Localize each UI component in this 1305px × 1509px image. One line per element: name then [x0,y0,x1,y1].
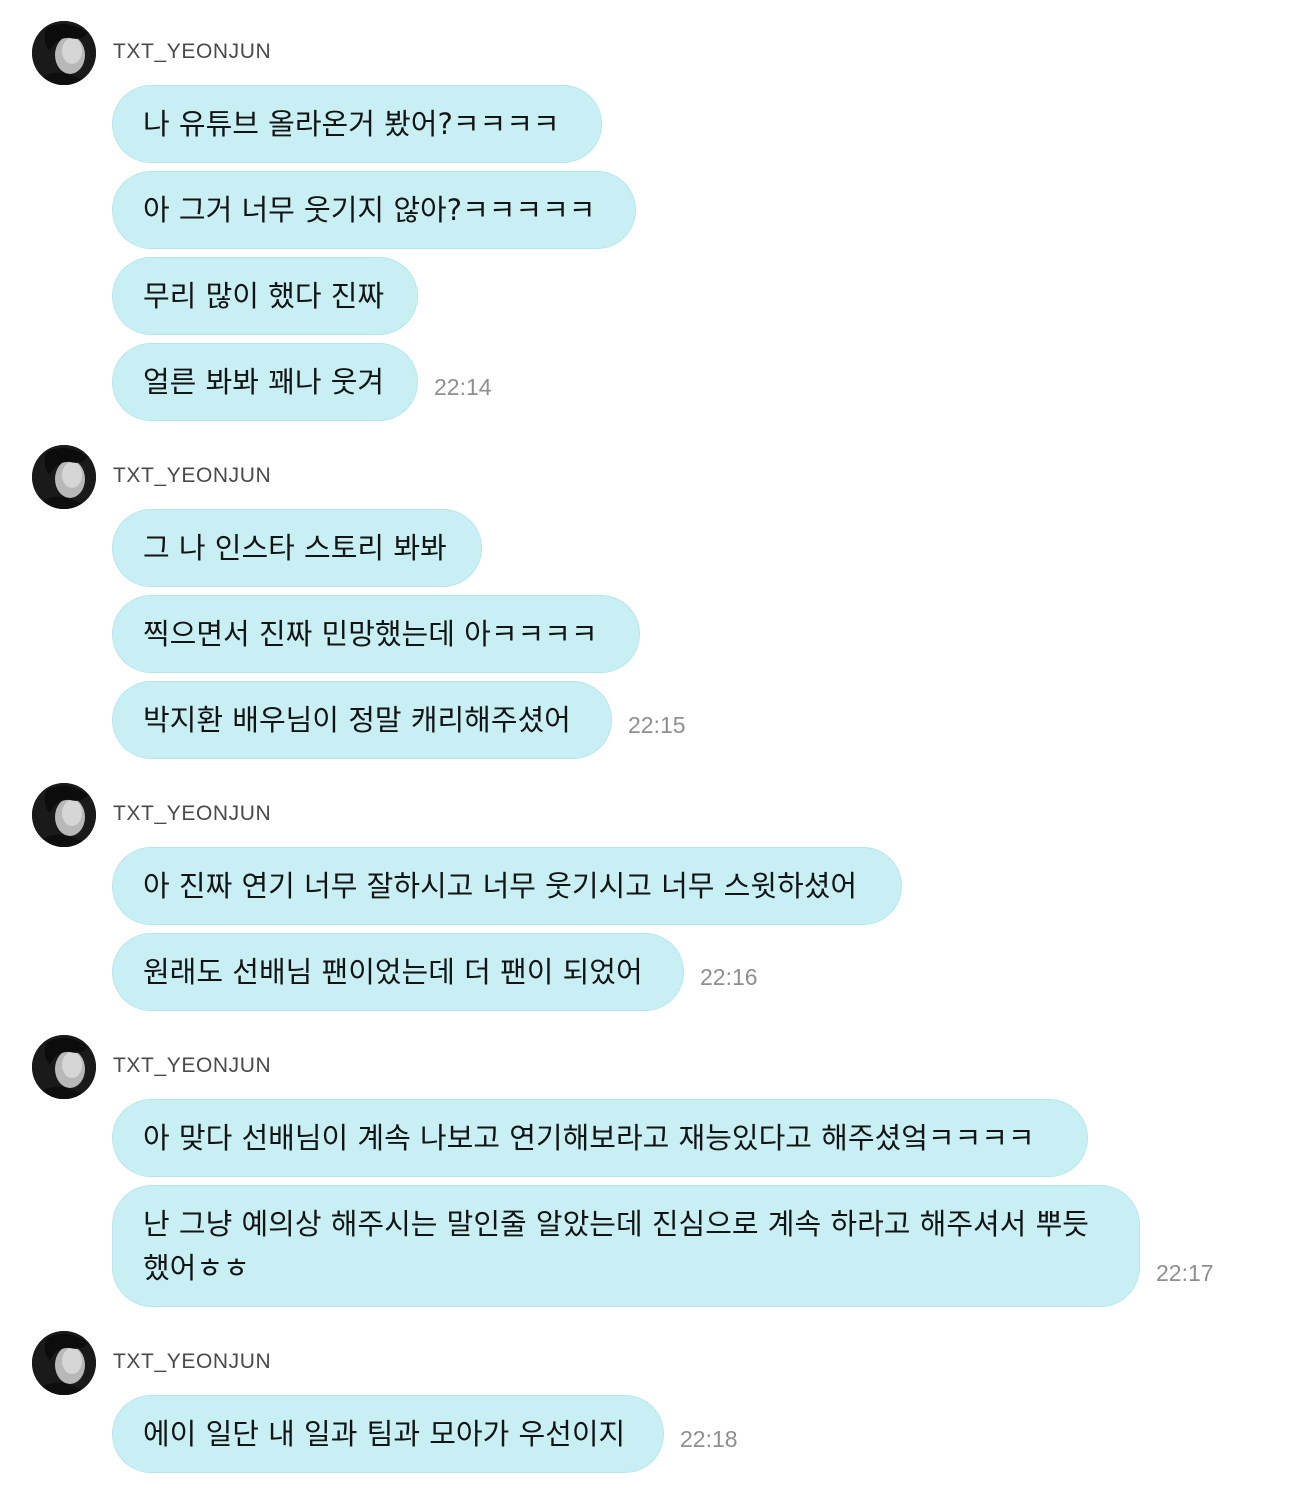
message-text: 원래도 선배님 팬이었는데 더 팬이 되었어 [143,955,643,989]
message-bubble[interactable]: 박지환 배우님이 정말 캐리해주셨어 [112,681,612,759]
message-text: 아 맞다 선배님이 계속 나보고 연기해보라고 재능있다고 해주셨엌ㅋㅋㅋㅋ [143,1121,1035,1155]
sender-name: TXT_YEONJUN [113,464,272,487]
sender-name: TXT_YEONJUN [113,40,272,63]
message-bubble[interactable]: 에이 일단 내 일과 팀과 모아가 우선이지 [112,1395,664,1473]
message-text: 난 그냥 예의상 해주시는 말인줄 알았는데 진심으로 계속 하라고 해주셔서 … [143,1207,1089,1285]
message-text: 무리 많이 했다 진짜 [143,279,385,313]
message-bubble[interactable]: 아 그거 너무 웃기지 않아?ㅋㅋㅋㅋㅋ [112,171,636,249]
message-bubble[interactable]: 찍으면서 진짜 민망했는데 아ㅋㅋㅋㅋ [112,595,640,673]
timestamp: 22:16 [700,964,758,990]
message-text: 아 그거 너무 웃기지 않아?ㅋㅋㅋㅋㅋ [143,193,596,227]
sender-name: TXT_YEONJUN [113,802,272,825]
message-text: 에이 일단 내 일과 팀과 모아가 우선이지 [143,1417,626,1451]
message-text: 나 유튜브 올라온거 봤어?ㅋㅋㅋㅋ [143,107,560,141]
message-bubble[interactable]: 얼른 봐봐 꽤나 웃겨 [112,343,418,421]
avatar[interactable] [32,445,96,509]
avatar[interactable] [32,1331,96,1395]
message-bubble[interactable]: 나 유튜브 올라온거 봤어?ㅋㅋㅋㅋ [112,85,602,163]
message-text: 박지환 배우님이 정말 캐리해주셨어 [143,703,571,737]
sender-name: TXT_YEONJUN [113,1350,272,1373]
avatar[interactable] [32,783,96,847]
message-bubble[interactable]: 난 그냥 예의상 해주시는 말인줄 알았는데 진심으로 계속 하라고 해주셔서 … [112,1185,1140,1307]
message-text: 그 나 인스타 스토리 봐봐 [143,531,447,565]
timestamp: 22:17 [1156,1260,1214,1286]
avatar[interactable] [32,21,96,85]
timestamp: 22:18 [680,1426,738,1452]
timestamp: 22:15 [628,712,686,738]
message-bubble[interactable]: 원래도 선배님 팬이었는데 더 팬이 되었어 [112,933,684,1011]
message-bubble[interactable]: 그 나 인스타 스토리 봐봐 [112,509,482,587]
message-text: 얼른 봐봐 꽤나 웃겨 [143,365,385,399]
timestamp: 22:14 [434,374,492,400]
message-text: 찍으면서 진짜 민망했는데 아ㅋㅋㅋㅋ [143,617,598,651]
message-bubble[interactable]: 아 진짜 연기 너무 잘하시고 너무 웃기시고 너무 스윗하셨어 [112,847,902,925]
message-bubble[interactable]: 아 맞다 선배님이 계속 나보고 연기해보라고 재능있다고 해주셨엌ㅋㅋㅋㅋ [112,1099,1088,1177]
message-bubble[interactable]: 무리 많이 했다 진짜 [112,257,418,335]
avatar[interactable] [32,1035,96,1099]
message-text: 아 진짜 연기 너무 잘하시고 너무 웃기시고 너무 스윗하셨어 [143,869,858,903]
sender-name: TXT_YEONJUN [113,1054,272,1077]
